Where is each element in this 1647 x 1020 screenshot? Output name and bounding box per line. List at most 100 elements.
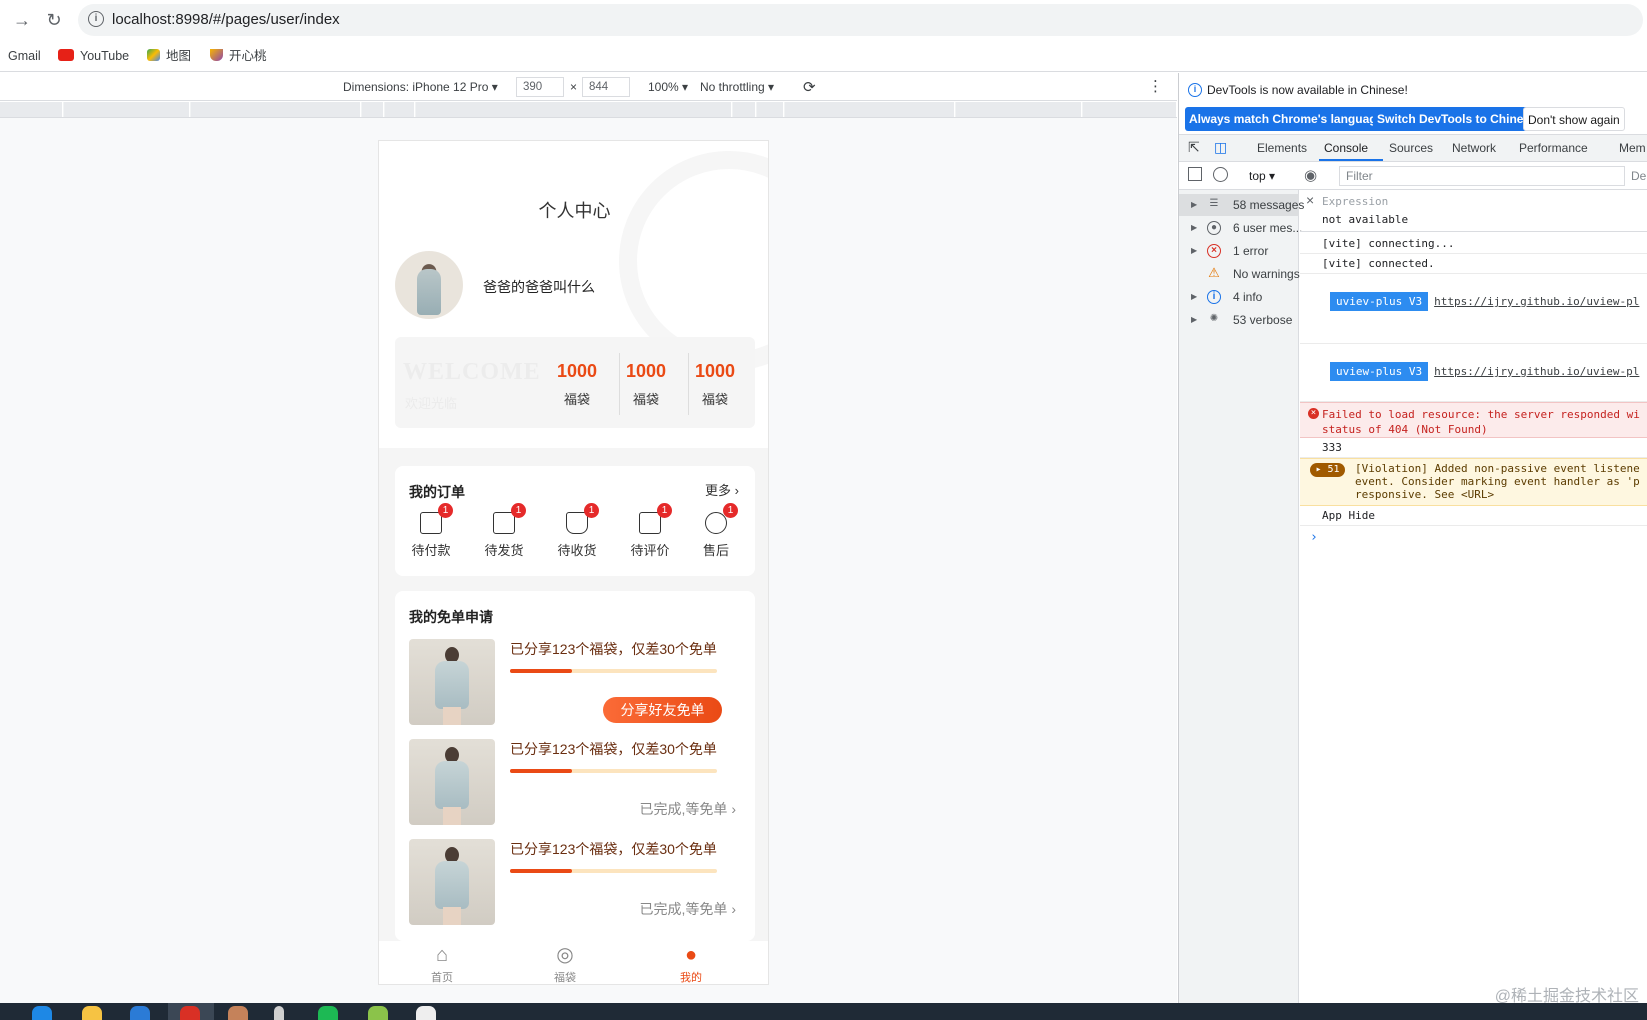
zoom-select[interactable]: 100% ▾: [648, 80, 688, 94]
order-pending-shipment[interactable]: 1 待发货: [474, 503, 534, 559]
console-violation[interactable]: ▸ 51 [Violation] Added non-passive event…: [1300, 458, 1647, 506]
stat-value: 1000: [694, 361, 736, 381]
console-error[interactable]: × Failed to load resource: the server re…: [1300, 402, 1647, 438]
figure-legs: [443, 807, 461, 825]
kaixintao-icon: [210, 49, 223, 61]
order-label: 待收货: [557, 543, 597, 558]
reload-icon[interactable]: ↻: [42, 8, 66, 32]
media-segment[interactable]: [191, 102, 361, 117]
progress-bar: [510, 669, 717, 673]
switch-chinese-button[interactable]: Switch DevTools to Chinese: [1373, 107, 1541, 131]
product-image[interactable]: [409, 639, 495, 725]
tool-icon[interactable]: [274, 1006, 284, 1020]
devtools-panel: i DevTools is now available in Chinese! …: [1178, 73, 1647, 1003]
order-pending-review[interactable]: 1 待评价: [620, 503, 680, 559]
avatar[interactable]: [395, 251, 463, 319]
product-image[interactable]: [409, 839, 495, 925]
media-segment[interactable]: [362, 102, 384, 117]
order-after-sales[interactable]: 1 售后: [686, 503, 746, 559]
sidebar-toggle-icon[interactable]: [1188, 167, 1202, 181]
tab-elements[interactable]: Elements: [1257, 141, 1307, 155]
tab-network[interactable]: Network: [1452, 141, 1496, 155]
height-input[interactable]: 844: [582, 77, 630, 97]
free-order-row[interactable]: 已分享123个福袋，仅差30个免单 已完成,等免单 ›: [409, 739, 744, 827]
clear-console-icon[interactable]: [1213, 167, 1228, 182]
product-image[interactable]: [409, 739, 495, 825]
site-info-icon[interactable]: i: [88, 11, 104, 27]
error-icon: ×: [1207, 244, 1221, 258]
completed-status-link[interactable]: 已完成,等免单 ›: [640, 799, 736, 819]
sidebar-item-warnings[interactable]: ⚠ No warnings: [1179, 263, 1300, 285]
dont-show-button[interactable]: Don't show again: [1523, 107, 1625, 131]
app-icon[interactable]: [416, 1006, 436, 1020]
tab-memory[interactable]: Mem: [1619, 141, 1646, 155]
rotate-icon[interactable]: ⟳: [803, 78, 816, 96]
progress-fill: [510, 669, 573, 673]
folder-icon[interactable]: [82, 1006, 102, 1020]
media-segment[interactable]: [416, 102, 732, 117]
media-segment[interactable]: [1083, 102, 1177, 117]
free-order-row[interactable]: 已分享123个福袋，仅差30个免单 分享好友免单: [409, 639, 744, 727]
app-icon[interactable]: [228, 1006, 248, 1020]
completed-status-link[interactable]: 已完成,等免单 ›: [640, 899, 736, 919]
stat-item[interactable]: 1000 福袋: [612, 359, 680, 408]
console-prompt[interactable]: ›: [1310, 530, 1318, 545]
stat-item[interactable]: 1000 福袋: [681, 359, 749, 408]
media-segment[interactable]: [385, 102, 415, 117]
media-segment[interactable]: [956, 102, 1082, 117]
bookmark-kaixintao[interactable]: 开心桃: [210, 48, 267, 64]
progress-fill: [510, 769, 573, 773]
sidebar-item-errors[interactable]: ▶ × 1 error: [1179, 240, 1299, 262]
stat-item[interactable]: 1000 福袋: [543, 359, 611, 408]
share-button[interactable]: 分享好友免单: [603, 697, 722, 723]
media-segment[interactable]: [733, 102, 756, 117]
order-pending-receipt[interactable]: 1 待收货: [547, 503, 607, 559]
truck-icon: 1: [566, 503, 599, 534]
media-segment[interactable]: [757, 102, 784, 117]
context-select[interactable]: top ▾: [1249, 169, 1275, 183]
forward-icon[interactable]: →: [10, 8, 34, 32]
url-field[interactable]: i localhost:8998/#/pages/user/index: [78, 4, 1643, 36]
width-input[interactable]: 390: [516, 77, 564, 97]
bookmark-maps[interactable]: 地图: [147, 48, 191, 64]
device-toggle-icon[interactable]: ◫: [1214, 139, 1227, 156]
device-select[interactable]: Dimensions: iPhone 12 Pro ▾: [343, 80, 498, 94]
media-query-bar[interactable]: [0, 102, 1177, 118]
more-options-icon[interactable]: ⋮: [1148, 77, 1163, 95]
uview-tag: uview-plus V3: [1330, 362, 1429, 381]
sidebar-item-messages[interactable]: ▶ ☰ 58 messages: [1179, 194, 1304, 216]
sidebar-item-user-messages[interactable]: ▶ ● 6 user mes...: [1179, 217, 1302, 239]
bookmark-gmail[interactable]: Gmail: [8, 48, 41, 64]
tab-performance[interactable]: Performance: [1519, 141, 1588, 155]
console-link[interactable]: https://ijry.github.io/uview-pl: [1434, 365, 1639, 378]
live-expression[interactable]: Expression not available: [1300, 190, 1647, 232]
tab-sources[interactable]: Sources: [1389, 141, 1433, 155]
tab-mine[interactable]: ● 我的: [661, 943, 721, 984]
filter-input[interactable]: Filter: [1339, 166, 1625, 186]
taskbar: [0, 1003, 1647, 1020]
bookmark-youtube[interactable]: YouTube: [58, 48, 129, 64]
edge-icon[interactable]: [32, 1006, 52, 1020]
console-link[interactable]: https://ijry.github.io/uview-pl: [1434, 295, 1639, 308]
url-text: localhost:8998/#/pages/user/index: [112, 11, 340, 28]
wechat-icon[interactable]: [318, 1006, 338, 1020]
inspect-icon[interactable]: ⇱: [1188, 139, 1200, 156]
count-badge: 1: [438, 503, 453, 518]
sidebar-item-verbose[interactable]: ▶ ✺ 53 verbose: [1179, 309, 1299, 331]
default-levels-select[interactable]: De: [1631, 169, 1646, 183]
media-segment[interactable]: [64, 102, 190, 117]
sidebar-item-info[interactable]: ▶ i 4 info: [1179, 286, 1299, 308]
order-pending-payment[interactable]: 1 待付款: [401, 503, 461, 559]
tab-lucky-bag[interactable]: ◎ 福袋: [535, 943, 595, 984]
app-icon[interactable]: [368, 1006, 388, 1020]
vscode-icon[interactable]: [130, 1006, 150, 1020]
orders-more-link[interactable]: 更多 ›: [705, 480, 739, 499]
tab-console[interactable]: Console: [1324, 141, 1368, 155]
media-segment[interactable]: [0, 102, 63, 117]
media-segment[interactable]: [785, 102, 955, 117]
tab-home[interactable]: ⌂ 首页: [412, 943, 472, 984]
match-language-button[interactable]: Always match Chrome's language: [1185, 107, 1388, 131]
eye-icon[interactable]: ◉: [1304, 166, 1317, 184]
throttling-select[interactable]: No throttling ▾: [700, 80, 774, 94]
free-order-row[interactable]: 已分享123个福袋，仅差30个免单 已完成,等免单 ›: [409, 839, 744, 927]
